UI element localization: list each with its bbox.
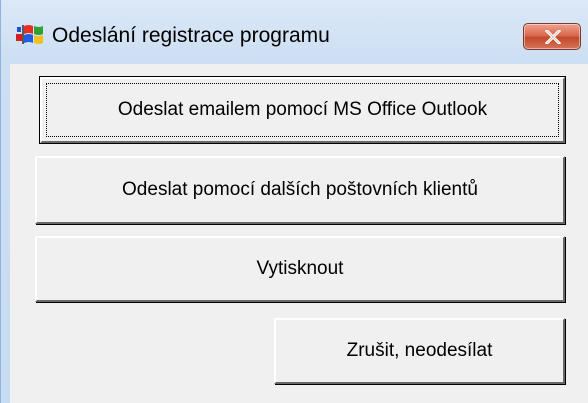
send-outlook-label: Odeslat emailem pomocí MS Office Outlook	[117, 99, 488, 120]
windows-flag-icon	[15, 22, 45, 48]
close-button[interactable]	[523, 23, 581, 50]
window-title: Odeslání registrace programu	[52, 24, 330, 47]
send-other-clients-button[interactable]: Odeslat pomocí dalších poštovních klient…	[35, 156, 565, 224]
send-outlook-button[interactable]: Odeslat emailem pomocí MS Office Outlook	[39, 76, 566, 144]
cancel-label: Zrušit, neodesílat	[346, 340, 493, 361]
send-other-clients-label: Odeslat pomocí dalších poštovních klient…	[122, 179, 478, 200]
dialog-window: Odeslání registrace programu Odeslat ema…	[0, 0, 588, 403]
print-label: Vytisknout	[256, 258, 344, 279]
dialog-client-area: Odeslat emailem pomocí MS Office Outlook…	[10, 64, 588, 403]
title-bar[interactable]: Odeslání registrace programu	[1, 0, 588, 70]
cancel-button[interactable]: Zrušit, neodesílat	[274, 318, 565, 384]
print-button[interactable]: Vytisknout	[35, 236, 565, 302]
close-icon	[545, 30, 561, 44]
